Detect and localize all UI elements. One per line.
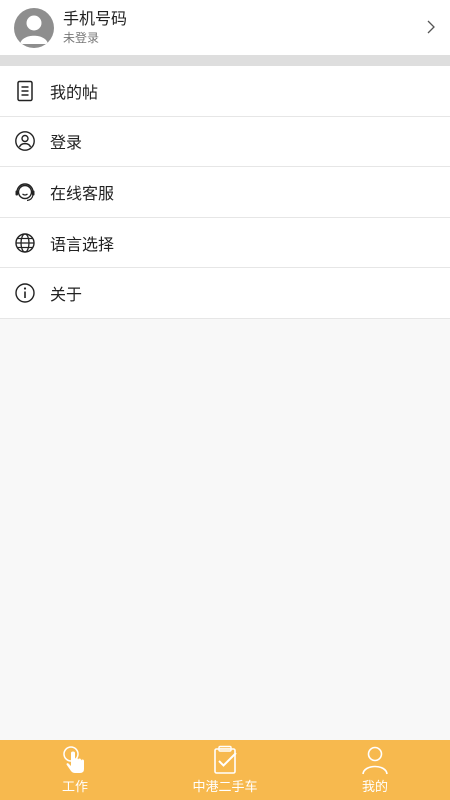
profile-status: 未登录 <box>63 31 100 45</box>
menu-item-online-support[interactable]: 在线客服 <box>0 167 450 218</box>
document-icon <box>14 80 36 102</box>
bottom-tab-bar: 工作 中港二手车 我的 <box>0 740 450 800</box>
section-divider <box>0 55 450 66</box>
chevron-right-icon <box>427 20 435 34</box>
tab-used-cars[interactable]: 中港二手车 <box>150 740 300 800</box>
tab-work[interactable]: 工作 <box>0 740 150 800</box>
menu-item-label: 关于 <box>50 285 83 305</box>
person-icon <box>362 746 388 775</box>
avatar <box>14 7 54 48</box>
hand-tap-icon <box>63 746 84 773</box>
menu-item-language[interactable]: 语言选择 <box>0 217 450 269</box>
tab-label: 我的 <box>361 780 388 795</box>
clipboard-check-icon <box>214 745 237 774</box>
menu-item-label: 语言选择 <box>50 234 115 254</box>
tab-label: 中港二手车 <box>192 780 258 795</box>
menu-item-about[interactable]: 关于 <box>0 268 450 319</box>
menu-item-label: 我的帖 <box>50 82 99 102</box>
profile-header[interactable]: 手机号码 未登录 <box>0 0 450 55</box>
menu-item-label: 登录 <box>50 133 83 153</box>
menu-item-login[interactable]: 登录 <box>0 116 450 168</box>
menu-item-label: 在线客服 <box>50 183 115 203</box>
tab-label: 工作 <box>61 780 88 795</box>
tab-mine[interactable]: 我的 <box>300 740 450 800</box>
headset-icon <box>14 181 36 203</box>
info-icon <box>14 282 36 304</box>
globe-icon <box>14 232 36 254</box>
user-circle-icon <box>14 130 36 152</box>
menu-item-my-posts[interactable]: 我的帖 <box>0 66 450 117</box>
settings-menu: 我的帖 登录 在线客服 语言选择 关于 <box>0 66 450 319</box>
profile-name: 手机号码 <box>63 9 128 28</box>
